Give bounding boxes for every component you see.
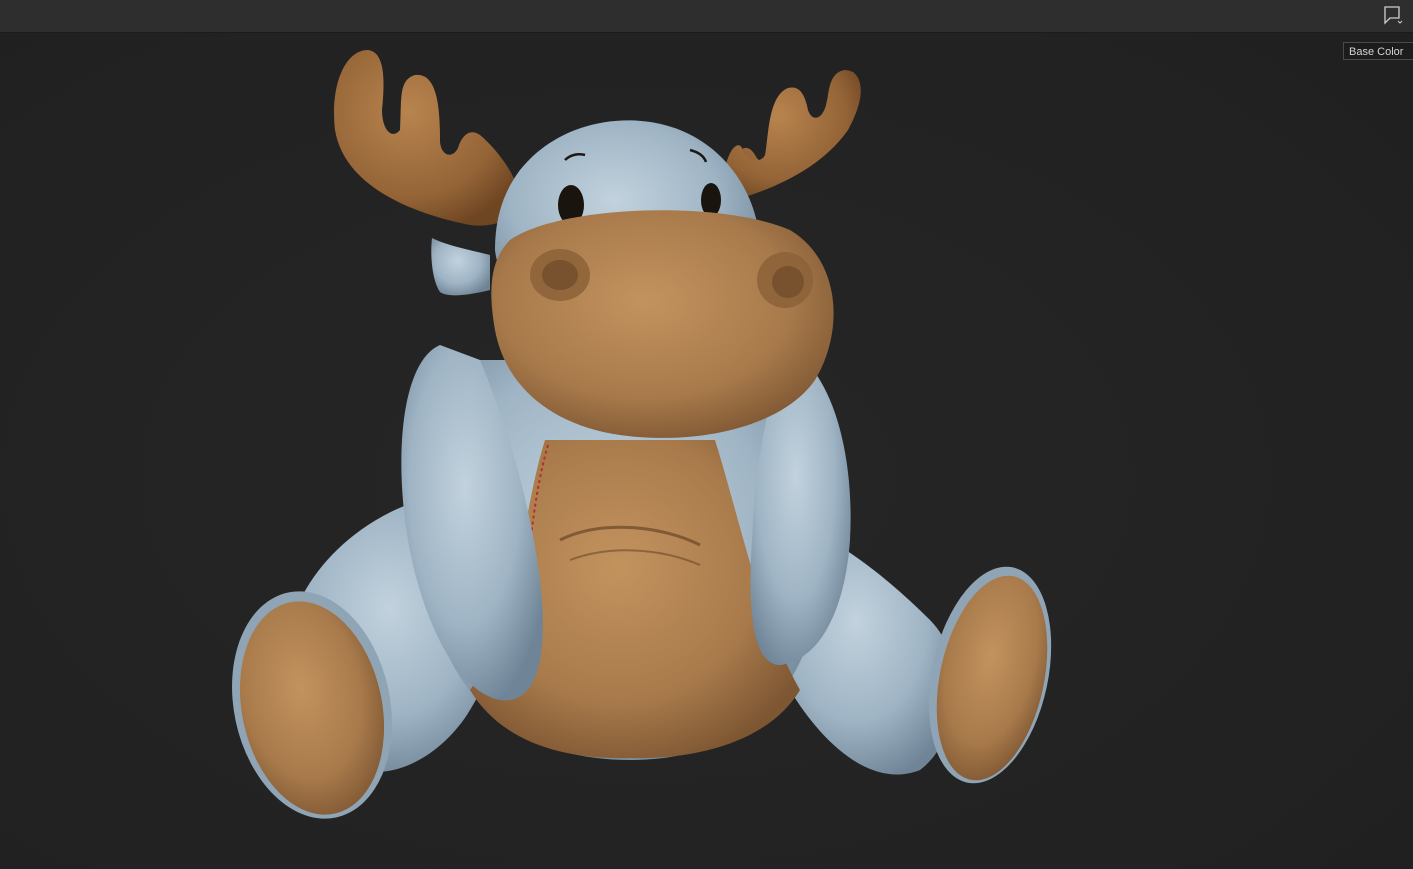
painter-app: Base Color — [0, 0, 1413, 869]
moose-model[interactable] — [0, 33, 1413, 869]
viewport-display-button[interactable] — [1379, 3, 1405, 27]
viewport-display-icon — [1384, 6, 1403, 25]
channel-dropdown[interactable]: Base Color — [1343, 42, 1413, 60]
muzzle — [491, 210, 834, 438]
3d-viewport[interactable] — [0, 33, 1413, 869]
right-antler — [723, 70, 861, 201]
viewport-toolbar — [0, 0, 1413, 33]
right-eye — [701, 183, 721, 217]
left-antler — [334, 50, 520, 226]
